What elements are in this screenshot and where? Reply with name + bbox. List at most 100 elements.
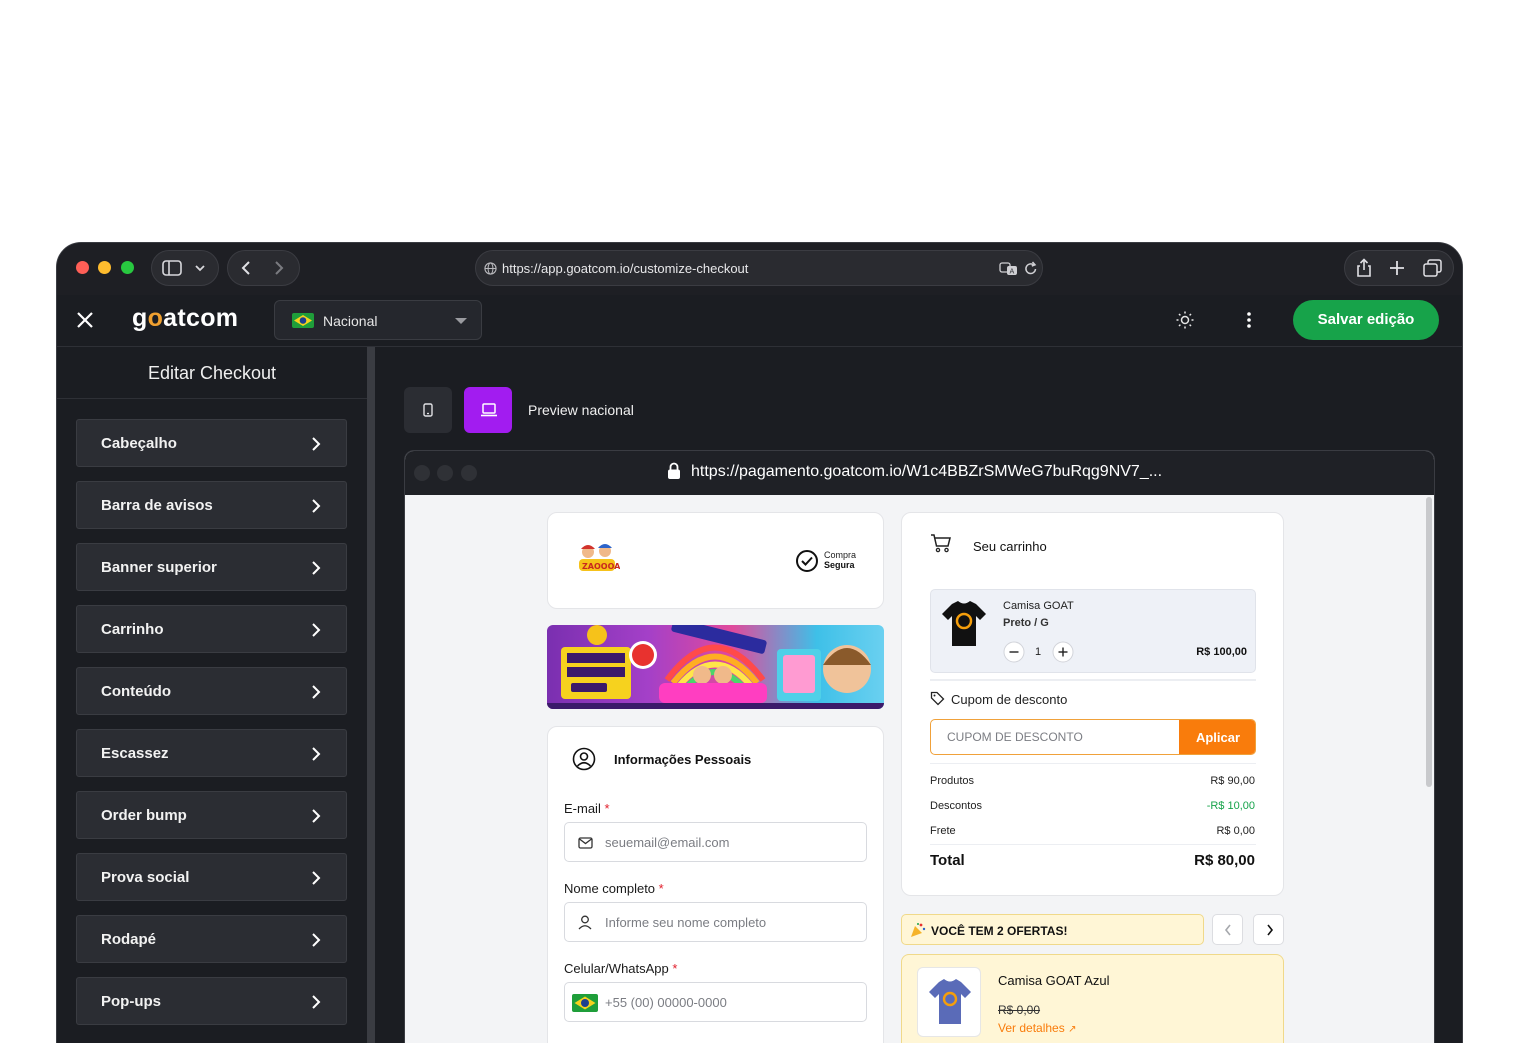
sidebar-item-barra-de-avisos[interactable]: Barra de avisos [76,481,347,529]
phone-label: Celular/WhatsApp * [564,961,677,976]
chevron-right-icon [311,560,321,576]
user-icon [578,915,592,930]
chevron-right-icon [311,436,321,452]
back-arrow-icon[interactable] [239,260,253,276]
cart-card: Seu carrinho Camisa GOAT Preto / G 1 R$ … [901,512,1284,896]
maximize-window-button[interactable] [121,261,134,274]
more-options-icon[interactable] [1246,311,1252,329]
offer-image-frame [917,967,981,1037]
minimize-window-button[interactable] [98,261,111,274]
email-field[interactable]: seuemail@email.com [564,822,867,862]
increase-quantity-button[interactable] [1052,641,1074,663]
sidebar-item-label: Carrinho [101,621,164,638]
sidebar-icon [162,260,182,276]
sidebar-item-order-bump[interactable]: Order bump [76,791,347,839]
logo-part-post: atcom [163,304,239,332]
sidebar-item-prova-social[interactable]: Prova social [76,853,347,901]
new-tab-icon[interactable] [1389,260,1405,276]
forward-arrow-icon[interactable] [272,260,286,276]
tabs-overview-icon[interactable] [1423,259,1443,277]
offers-title: VOCÊ TEM 2 OFERTAS! [931,924,1068,938]
sidebar-item-cabecalho[interactable]: Cabeçalho [76,419,347,467]
name-label: Nome completo * [564,881,664,896]
reload-icon[interactable] [1024,261,1038,277]
globe-icon [484,262,497,275]
history-nav [227,250,300,286]
offers-next-button[interactable] [1253,914,1284,945]
personal-info-title: Informações Pessoais [614,752,752,767]
sidebar-item-pop-ups[interactable]: Pop-ups [76,977,347,1025]
logo-part-o: o [147,304,164,332]
secure-check-icon [795,549,819,573]
offer-details-text: Ver detalhes [998,1021,1065,1035]
quantity-value: 1 [1035,646,1042,658]
sidebar-item-escassez[interactable]: Escassez [76,729,347,777]
laptop-icon [480,403,498,417]
mobile-preview-button[interactable] [404,387,452,433]
phone-placeholder: +55 (00) 00000-0000 [605,995,727,1010]
brazil-flag-icon[interactable] [572,994,598,1012]
chevron-right-icon [1266,924,1274,936]
secure-label-2: Segura [824,560,855,570]
offers-prev-button[interactable] [1212,914,1243,945]
sidebar-item-label: Order bump [101,807,187,824]
required-mark: * [672,961,678,976]
theme-toggle-icon[interactable] [1175,310,1195,330]
edit-sidebar: Editar Checkout Cabeçalho Barra de aviso… [57,347,367,1043]
save-edit-button[interactable]: Salvar edição [1293,300,1439,340]
share-icon[interactable] [1355,258,1373,278]
close-window-button[interactable] [76,261,89,274]
offer-details-link[interactable]: Ver detalhes ↗ [998,1021,1076,1035]
decrease-quantity-button[interactable] [1003,641,1025,663]
name-field[interactable]: Informe seu nome completo [564,902,867,942]
secure-label-1: Compra [824,550,857,560]
sidebar-item-carrinho[interactable]: Carrinho [76,605,347,653]
browser-toolbar: https://app.goatcom.io/customize-checkou… [57,243,1462,295]
total-label: Total [930,852,965,869]
name-placeholder: Informe seu nome completo [605,915,767,930]
phone-field[interactable]: +55 (00) 00000-0000 [564,982,867,1022]
sidebar-item-label: Banner superior [101,559,217,576]
product-image [936,596,992,652]
sidebar-item-banner-superior[interactable]: Banner superior [76,543,347,591]
required-mark: * [604,801,610,816]
country-select[interactable]: Nacional [274,300,482,340]
promo-banner-image [547,625,884,709]
user-circle-icon [572,747,596,771]
close-icon[interactable] [76,311,94,329]
personal-info-card: Informações Pessoais E-mail * seuemail@e… [547,726,884,1043]
sidebar-item-rodape[interactable]: Rodapé [76,915,347,963]
country-select-value: Nacional [323,313,378,329]
address-text: https://app.goatcom.io/customize-checkou… [502,261,749,276]
goatcom-logo: goatcom [132,304,238,333]
offer-card: Camisa GOAT Azul R$ 0,00 Ver detalhes ↗ [901,954,1284,1043]
summary-label: Frete [930,825,956,837]
party-popper-icon [910,922,926,938]
offer-product-image [924,974,976,1030]
summary-value-discount: -R$ 10,00 [1206,800,1255,812]
checkout-preview: https://pagamento.goatcom.io/W1c4BBZrSMW… [404,450,1435,1043]
divider [930,844,1256,845]
translate-icon[interactable]: A [999,261,1019,277]
sidebar-item-label: Conteúdo [101,683,171,700]
apply-coupon-button[interactable]: Aplicar [1179,720,1255,754]
email-label-text: E-mail [564,801,601,816]
summary-label: Descontos [930,800,982,812]
svg-text:ZAOOOA: ZAOOOA [582,562,620,571]
divider [930,679,1256,681]
desktop-preview-button[interactable] [464,387,512,433]
panel-resize-handle[interactable] [367,347,375,1043]
sidebar-item-conteudo[interactable]: Conteúdo [76,667,347,715]
chevron-right-icon [311,808,321,824]
preview-url: https://pagamento.goatcom.io/W1c4BBZrSMW… [691,463,1163,480]
coupon-label: Cupom de desconto [951,692,1068,707]
sidebar-item-label: Pop-ups [101,993,161,1010]
chevron-right-icon [311,746,321,762]
sidebar-toggle-button[interactable] [151,250,219,286]
preview-scrollbar[interactable] [1426,497,1432,787]
address-bar[interactable]: https://app.goatcom.io/customize-checkou… [475,250,1043,286]
preview-dot [414,465,430,481]
lock-icon [667,462,681,480]
phone-label-text: Celular/WhatsApp [564,961,669,976]
coupon-field[interactable]: CUPOM DE DESCONTO Aplicar [930,719,1256,755]
